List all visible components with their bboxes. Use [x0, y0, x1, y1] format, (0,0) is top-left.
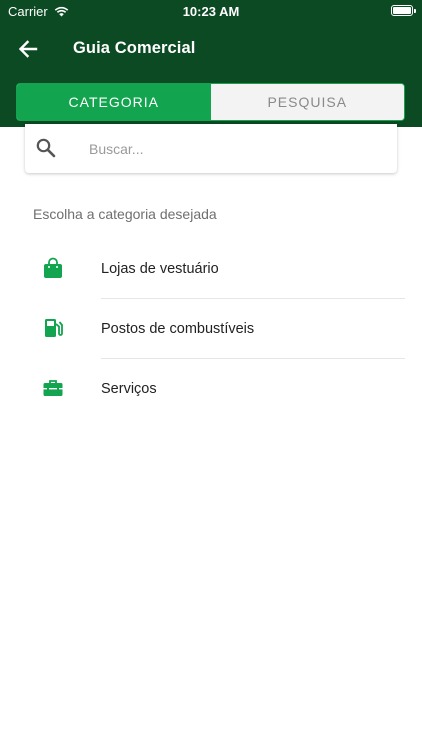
shopping-bag-icon: [44, 257, 62, 278]
category-list: Lojas de vestuário Postos de combustívei…: [0, 239, 422, 419]
tab-pesquisa[interactable]: PESQUISA: [210, 84, 404, 120]
search-input[interactable]: [89, 136, 379, 162]
tab-bar: CATEGORIA PESQUISA: [16, 83, 405, 121]
category-label: Postos de combustíveis: [101, 321, 255, 337]
category-item-servicos[interactable]: Serviços: [0, 359, 422, 419]
section-label: Escolha a categoria desejada: [33, 206, 217, 222]
page-title: Guia Comercial: [73, 39, 196, 57]
category-label: Serviços: [101, 381, 157, 397]
category-item-lojas[interactable]: Lojas de vestuário: [0, 239, 422, 299]
battery-icon: [391, 5, 416, 16]
arrow-left-icon: [18, 40, 38, 58]
gas-station-icon: [45, 319, 63, 337]
app-header: Carrier 10:23 AM Guia Comercial CATEGORI…: [0, 0, 422, 127]
clock: 10:23 AM: [182, 4, 240, 19]
search-bar: [25, 124, 397, 173]
category-label: Lojas de vestuário: [101, 261, 219, 277]
back-button[interactable]: [14, 36, 42, 62]
status-bar: Carrier 10:23 AM: [0, 0, 422, 22]
category-item-postos[interactable]: Postos de combustíveis: [0, 299, 422, 359]
search-icon: [36, 138, 56, 158]
tab-categoria[interactable]: CATEGORIA: [17, 84, 211, 120]
toolbox-icon: [43, 380, 63, 396]
